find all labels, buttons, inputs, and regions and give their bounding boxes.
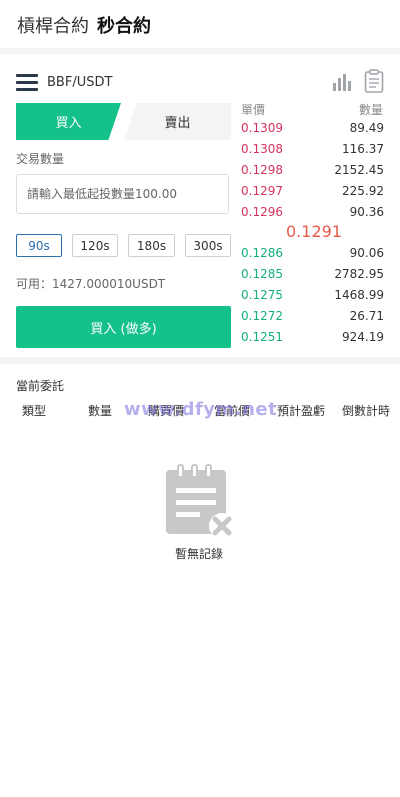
bid-row: 0.1275 1468.99 <box>241 288 384 309</box>
section-divider <box>0 357 400 364</box>
current-orders-title: 當前委託 <box>16 379 65 393</box>
ask-qty: 90.36 <box>349 205 384 219</box>
pair-symbol[interactable]: BBF/USDT <box>47 75 112 90</box>
orderbook-qty-header: 數量 <box>359 103 384 117</box>
ask-price: 0.1297 <box>241 184 283 198</box>
bar-chart-icon[interactable] <box>332 72 352 92</box>
bid-row: 0.1272 26.71 <box>241 309 384 330</box>
ask-qty: 2152.45 <box>334 163 384 177</box>
column-estimated-pnl: 預計盈虧 <box>277 404 326 418</box>
bid-price: 0.1275 <box>241 288 283 302</box>
bid-price: 0.1251 <box>241 330 283 344</box>
duration-90s-button[interactable]: 90s <box>16 234 62 257</box>
watermark: www.dfym.net <box>124 399 278 420</box>
sell-tab[interactable]: 賣出 <box>124 103 231 140</box>
column-quantity: 數量 <box>88 404 113 418</box>
bid-qty: 90.06 <box>349 246 384 260</box>
ask-row: 0.1308 116.37 <box>241 142 384 163</box>
section-divider <box>0 48 400 54</box>
ask-price: 0.1298 <box>241 163 283 177</box>
bid-qty: 26.71 <box>349 309 384 323</box>
empty-clipboard-icon <box>166 464 235 539</box>
quantity-input[interactable] <box>16 174 229 214</box>
bid-price: 0.1286 <box>241 246 283 260</box>
bid-qty: 924.19 <box>342 330 384 344</box>
orderbook-price-header: 單價 <box>241 103 266 117</box>
buy-long-button[interactable]: 買入 (做多) <box>16 306 231 348</box>
available-balance: 可用：1427.000010USDT <box>16 277 166 291</box>
bid-row: 0.1285 2782.95 <box>241 267 384 288</box>
pair-row: BBF/USDT <box>0 66 400 100</box>
duration-180s-button[interactable]: 180s <box>128 234 175 257</box>
clipboard-icon[interactable] <box>364 69 384 93</box>
duration-300s-button[interactable]: 300s <box>185 234 231 257</box>
ask-qty: 116.37 <box>342 142 384 156</box>
ask-price: 0.1308 <box>241 142 283 156</box>
bid-qty: 2782.95 <box>334 267 384 281</box>
quantity-label: 交易數量 <box>16 152 65 166</box>
tab-leverage-contract[interactable]: 槓桿合約 <box>17 12 89 38</box>
ask-price: 0.1296 <box>241 205 283 219</box>
ask-price: 0.1309 <box>241 121 283 135</box>
bid-price: 0.1285 <box>241 267 283 281</box>
ask-row: 0.1309 89.49 <box>241 121 384 142</box>
last-price: 0.1291 <box>286 222 342 241</box>
hamburger-menu-icon[interactable] <box>16 74 38 92</box>
bid-row: 0.1286 90.06 <box>241 246 384 267</box>
tab-second-contract[interactable]: 秒合約 <box>97 12 151 38</box>
bid-price: 0.1272 <box>241 309 283 323</box>
bid-row: 0.1251 924.19 <box>241 330 384 351</box>
column-type: 類型 <box>22 404 47 418</box>
buy-tab[interactable]: 買入 <box>16 103 121 140</box>
ask-row: 0.1297 225.92 <box>241 184 384 205</box>
contract-type-header: 槓桿合約 秒合約 <box>0 0 400 48</box>
ask-row: 0.1298 2152.45 <box>241 163 384 184</box>
ask-qty: 225.92 <box>342 184 384 198</box>
bid-qty: 1468.99 <box>334 288 384 302</box>
column-countdown: 倒數計時 <box>342 404 391 418</box>
ask-qty: 89.49 <box>349 121 384 135</box>
duration-120s-button[interactable]: 120s <box>72 234 118 257</box>
empty-state-text: 暫無記錄 <box>175 547 224 561</box>
